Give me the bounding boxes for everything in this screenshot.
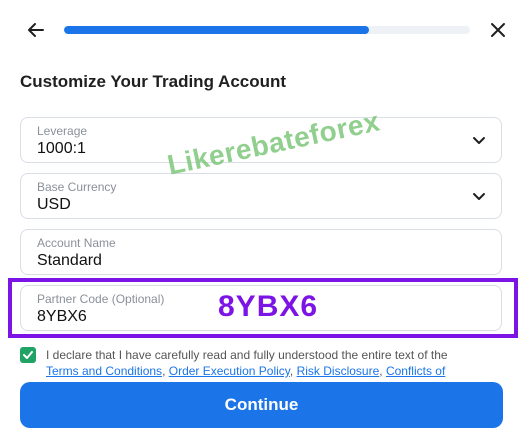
chevron-down-icon [469, 186, 489, 211]
order-execution-link[interactable]: Order Execution Policy [169, 364, 290, 378]
chevron-down-icon [469, 130, 489, 155]
declaration-body: I declare that I have carefully read and… [46, 348, 448, 362]
page-title: Customize Your Trading Account [20, 72, 287, 91]
terms-link[interactable]: Terms and Conditions [46, 364, 162, 378]
declaration-checkbox[interactable] [20, 347, 36, 363]
check-icon [23, 351, 33, 359]
declaration-text: I declare that I have carefully read and… [46, 348, 448, 378]
leverage-label: Leverage [37, 124, 88, 138]
risk-disclosure-link[interactable]: Risk Disclosure [297, 364, 380, 378]
base-currency-select[interactable]: Base Currency USD [20, 173, 502, 219]
leverage-value: 1000:1 [37, 140, 86, 157]
progress-bar [64, 26, 470, 34]
progress-fill [64, 26, 369, 34]
partner-code-overlay: 8YBX6 [218, 290, 319, 323]
base-currency-label: Base Currency [37, 180, 117, 194]
conflicts-link[interactable]: Conflicts of [386, 364, 445, 378]
account-name-label: Account Name [37, 236, 116, 250]
account-name-field[interactable]: Account Name Standard [20, 229, 502, 275]
back-arrow-icon[interactable] [22, 16, 50, 44]
base-currency-value: USD [37, 196, 71, 213]
continue-button[interactable]: Continue [20, 382, 503, 428]
close-icon[interactable] [484, 16, 512, 44]
account-name-value: Standard [37, 252, 102, 269]
